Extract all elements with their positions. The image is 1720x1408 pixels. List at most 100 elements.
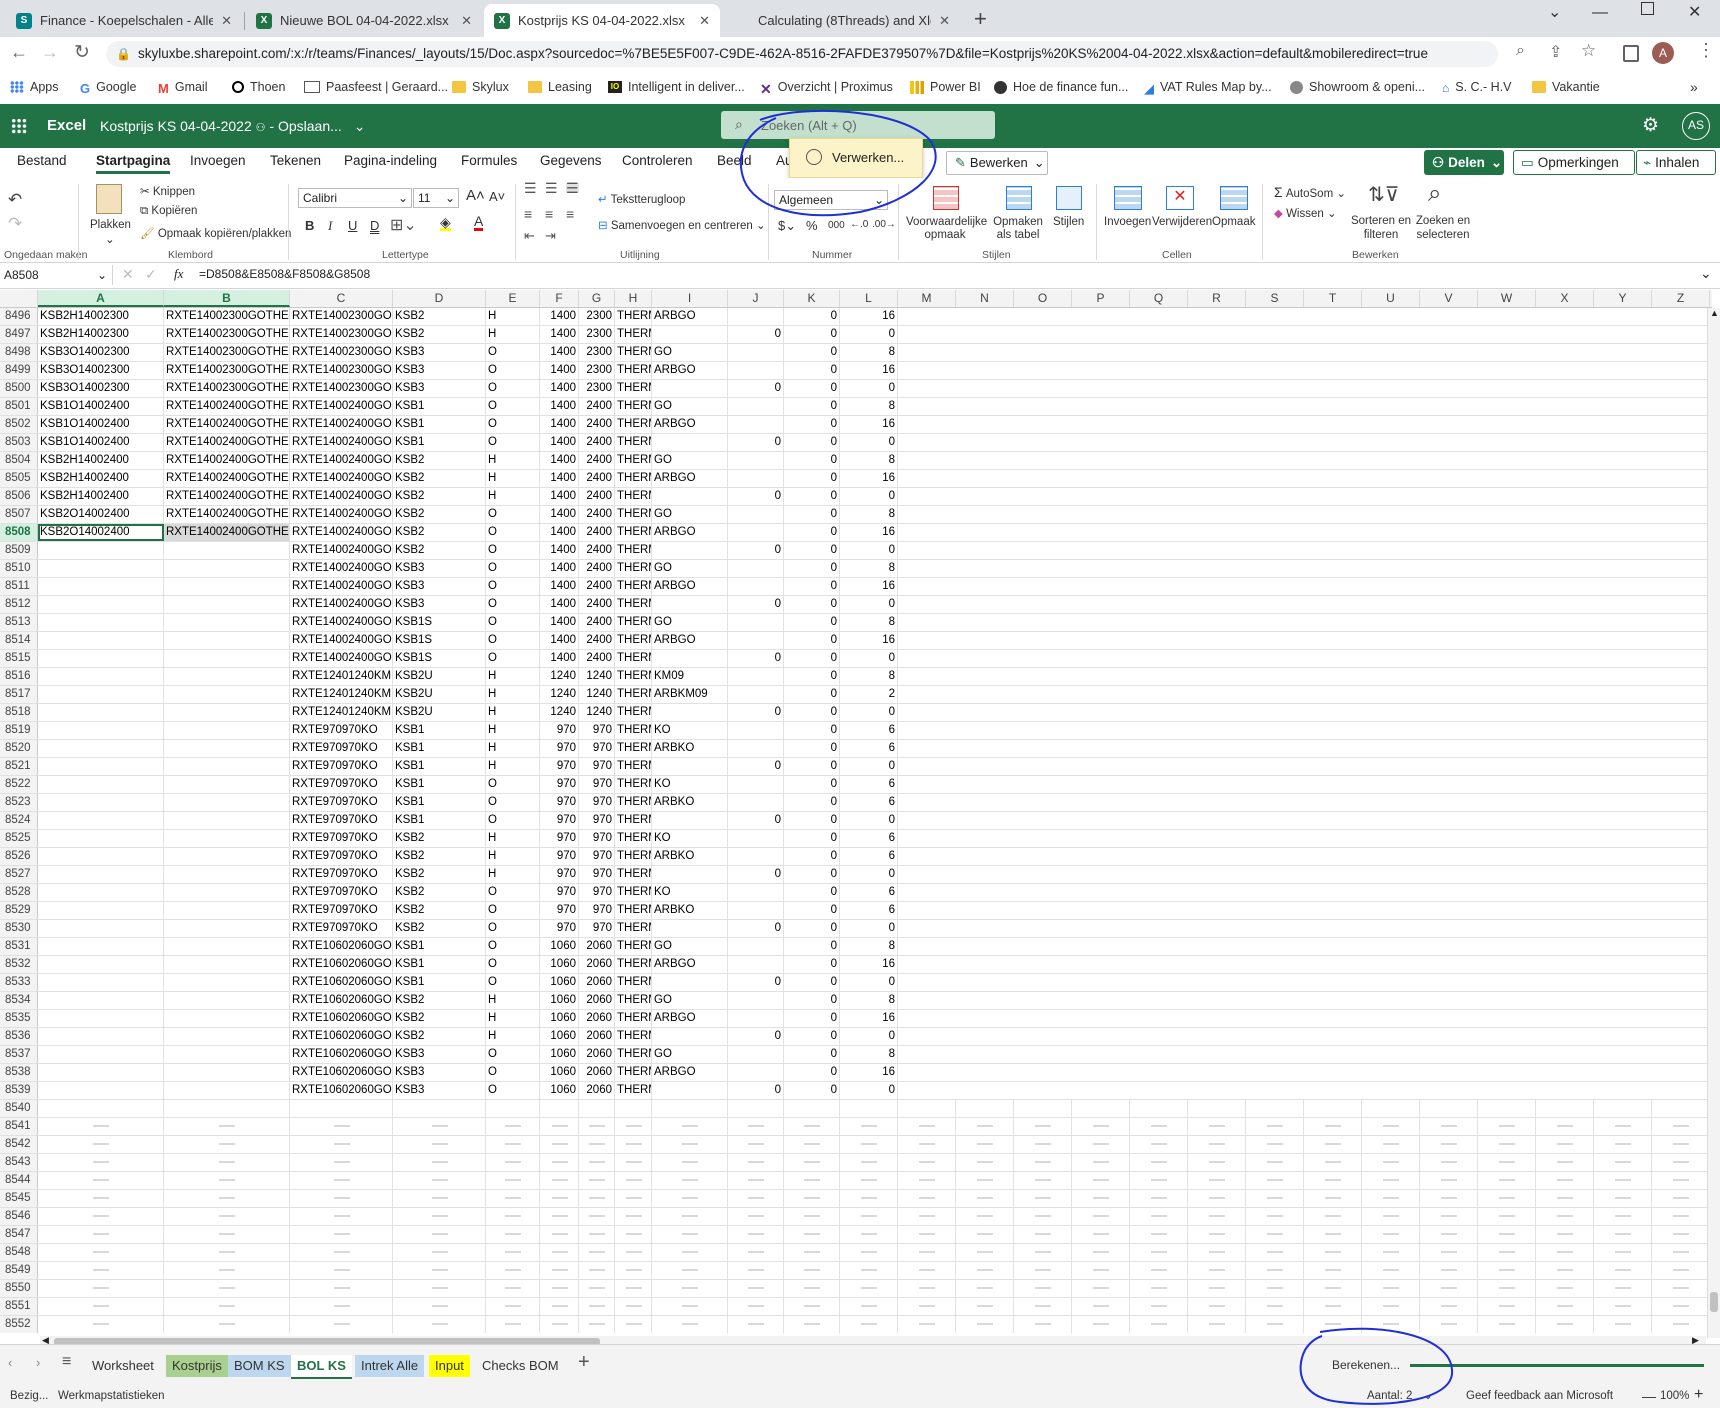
cell-g[interactable]: 970	[579, 902, 615, 919]
cell-l[interactable]: 8	[840, 560, 898, 577]
cut-button[interactable]: ✂ Knippen	[140, 184, 195, 198]
cell-e[interactable]: O	[486, 578, 540, 595]
row-header[interactable]: 8523	[0, 794, 38, 811]
row-header[interactable]: 8514	[0, 632, 38, 649]
cell-e[interactable]: H	[486, 1028, 540, 1045]
cell-f[interactable]: 1400	[540, 632, 579, 649]
add-sheet-icon[interactable]: +	[578, 1351, 590, 1374]
cell-empty[interactable]	[1420, 1244, 1478, 1261]
cell-f[interactable]: 1060	[540, 956, 579, 973]
row-header[interactable]: 8499	[0, 362, 38, 379]
cell-a[interactable]	[38, 830, 164, 847]
cell-j[interactable]: 0	[728, 326, 784, 343]
cell-empty[interactable]	[1246, 1208, 1304, 1225]
cell-l[interactable]: 16	[840, 470, 898, 487]
undo-icon[interactable]: ↶	[8, 190, 22, 210]
cell-empty[interactable]	[728, 1118, 784, 1135]
cell-d[interactable]: KSB3	[393, 380, 486, 397]
cell-a[interactable]	[38, 578, 164, 595]
cell-empty[interactable]	[1246, 1262, 1304, 1279]
cell-empty[interactable]	[393, 1208, 486, 1225]
cell-j[interactable]: 0	[728, 758, 784, 775]
cell-g[interactable]: 2300	[579, 380, 615, 397]
cell-i[interactable]: GO	[652, 560, 728, 577]
cell-empty[interactable]	[1304, 1316, 1362, 1333]
minimize-icon[interactable]: —	[1592, 4, 1608, 22]
cell-a[interactable]: KSB2H14002400	[38, 488, 164, 505]
cell-i[interactable]	[652, 542, 728, 559]
cell-empty[interactable]	[1536, 1298, 1594, 1315]
row-header[interactable]: 8508	[0, 524, 38, 541]
cell-empty[interactable]	[615, 1172, 652, 1189]
cell-d[interactable]: KSB1S	[393, 650, 486, 667]
cell-b[interactable]: RXTE14002400GOTHEI	[164, 524, 290, 541]
cell-c[interactable]: RXTE14002400GO	[290, 650, 393, 667]
cell-b[interactable]	[164, 668, 290, 685]
cell-empty[interactable]	[38, 1190, 164, 1207]
cell-empty[interactable]	[1652, 1262, 1710, 1279]
cell-d[interactable]: KSB3	[393, 596, 486, 613]
share-page-icon[interactable]: ⇪	[1549, 42, 1562, 62]
cell-f[interactable]: 970	[540, 722, 579, 739]
cell-empty[interactable]	[1652, 1208, 1710, 1225]
cell-empty[interactable]	[540, 1208, 579, 1225]
cell-empty[interactable]	[956, 1262, 1014, 1279]
column-header-b[interactable]: B	[164, 290, 290, 307]
cell-e[interactable]: O	[486, 650, 540, 667]
cell-empty[interactable]	[579, 1244, 615, 1261]
cell-a[interactable]	[38, 686, 164, 703]
cell-empty[interactable]	[956, 1208, 1014, 1225]
font-size-select[interactable]: 11 ⌄	[413, 188, 459, 208]
cell-empty[interactable]	[486, 1172, 540, 1189]
cell-l[interactable]: 8	[840, 452, 898, 469]
cell-j[interactable]	[728, 416, 784, 433]
delete-cells-button[interactable]: Verwijderen	[1152, 216, 1212, 228]
cell-empty[interactable]	[164, 1316, 290, 1333]
cell-empty[interactable]	[540, 1190, 579, 1207]
cell-empty[interactable]	[1652, 1190, 1710, 1207]
cell-d[interactable]: KSB1	[393, 416, 486, 433]
cell-f[interactable]: 1060	[540, 974, 579, 991]
cell-empty[interactable]	[1362, 1100, 1420, 1117]
cell-g[interactable]: 2400	[579, 596, 615, 613]
cell-d[interactable]: KSB2U	[393, 686, 486, 703]
cell-empty[interactable]	[1188, 1118, 1246, 1135]
cell-d[interactable]: KSB2	[393, 488, 486, 505]
cell-empty[interactable]	[1304, 1190, 1362, 1207]
cell-c[interactable]: RXTE10602060GO	[290, 1046, 393, 1063]
cell-j[interactable]	[728, 452, 784, 469]
cell-k[interactable]: 0	[784, 1010, 840, 1027]
cell-empty[interactable]	[38, 1280, 164, 1297]
cell-a[interactable]	[38, 1064, 164, 1081]
cell-j[interactable]	[728, 1046, 784, 1063]
cell-i[interactable]: ARBGO	[652, 956, 728, 973]
cell-f[interactable]: 1060	[540, 938, 579, 955]
cell-g[interactable]: 970	[579, 794, 615, 811]
vertical-scroll-thumb[interactable]	[1710, 1292, 1718, 1312]
cell-empty[interactable]	[1014, 1316, 1072, 1333]
cell-empty[interactable]	[615, 1154, 652, 1171]
cell-empty[interactable]	[1652, 1226, 1710, 1243]
cell-d[interactable]: KSB2	[393, 902, 486, 919]
cell-h[interactable]: THERMOB	[615, 326, 652, 343]
cell-empty[interactable]	[1420, 1118, 1478, 1135]
row-header[interactable]: 8532	[0, 956, 38, 973]
row-header[interactable]: 8496	[0, 308, 38, 325]
cell-g[interactable]: 2060	[579, 1010, 615, 1027]
tab-beeld[interactable]: Beeld	[717, 153, 752, 168]
cell-i[interactable]: ARBKM09	[652, 686, 728, 703]
cell-g[interactable]: 2400	[579, 650, 615, 667]
bookmark-paasfeest[interactable]: Paasfeest | Geraard...	[304, 71, 448, 103]
cell-h[interactable]: THERMO	[615, 614, 652, 631]
cell-a[interactable]	[38, 1010, 164, 1027]
borders-icon[interactable]: ⊞⌄	[390, 215, 417, 235]
cell-empty[interactable]	[898, 1190, 956, 1207]
column-header-i[interactable]: I	[652, 290, 728, 307]
cell-h[interactable]: THERMOB	[615, 488, 652, 505]
cell-e[interactable]: H	[486, 992, 540, 1009]
font-color-icon[interactable]: A	[474, 214, 484, 231]
cell-empty[interactable]	[652, 1190, 728, 1207]
cell-empty[interactable]	[290, 1154, 393, 1171]
cell-empty[interactable]	[1652, 1136, 1710, 1153]
cell-k[interactable]: 0	[784, 686, 840, 703]
